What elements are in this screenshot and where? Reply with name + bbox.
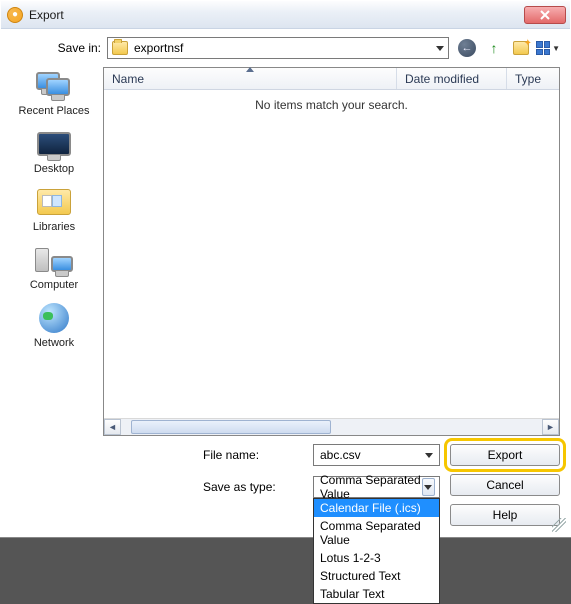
place-computer[interactable]: Computer: [11, 243, 97, 291]
column-name[interactable]: Name: [104, 68, 397, 89]
titlebar: ● Export: [1, 1, 570, 29]
column-name-label: Name: [112, 72, 144, 86]
option-label: Calendar File (.ics): [320, 501, 421, 515]
column-type[interactable]: Type: [507, 68, 559, 89]
place-network[interactable]: Network: [11, 301, 97, 349]
file-list: Name Date modified Type No items match y…: [103, 67, 560, 436]
folder-icon: [112, 41, 128, 55]
app-icon: ●: [7, 7, 23, 23]
filename-value: abc.csv: [320, 448, 361, 462]
chevron-down-icon: ▼: [552, 44, 560, 53]
computer-icon: [35, 248, 73, 272]
resize-grip[interactable]: [552, 518, 566, 532]
chevron-down-icon: [436, 46, 444, 51]
option-label: Tabular Text: [320, 587, 384, 601]
cancel-button-label: Cancel: [486, 478, 523, 492]
column-type-label: Type: [515, 72, 541, 86]
view-menu-button[interactable]: ▼: [536, 37, 560, 59]
place-label: Libraries: [33, 221, 75, 233]
back-icon: ←: [458, 39, 476, 57]
chevron-down-icon: [424, 485, 432, 490]
export-button[interactable]: Export: [450, 444, 560, 466]
horizontal-scrollbar[interactable]: ◄ ►: [104, 418, 559, 435]
new-folder-button[interactable]: ✦: [509, 37, 533, 59]
filename-label: File name:: [203, 444, 303, 462]
back-button[interactable]: ←: [455, 37, 479, 59]
export-dialog: ● Export Save in: exportnsf ← ↑ ✦ ▼: [0, 0, 571, 537]
savetype-value: Comma Separated Value: [320, 473, 422, 501]
scroll-right-button[interactable]: ►: [542, 419, 559, 435]
up-button[interactable]: ↑: [482, 37, 506, 59]
cancel-button[interactable]: Cancel: [450, 474, 560, 496]
savein-row: Save in: exportnsf ← ↑ ✦ ▼: [11, 37, 560, 59]
places-bar: Recent Places Desktop Libraries Computer…: [11, 67, 97, 526]
libraries-icon: [37, 189, 71, 215]
savetype-label: Save as type:: [203, 476, 303, 494]
desktop-icon: [37, 132, 71, 156]
option-structured-text[interactable]: Structured Text: [314, 567, 439, 585]
export-button-label: Export: [488, 448, 523, 462]
content-row: Recent Places Desktop Libraries Computer…: [11, 67, 560, 526]
view-icon: [536, 41, 550, 55]
savein-value: exportnsf: [134, 41, 183, 55]
option-lotus[interactable]: Lotus 1-2-3: [314, 549, 439, 567]
savein-label: Save in:: [41, 41, 101, 55]
scroll-track[interactable]: [121, 419, 542, 435]
help-button[interactable]: Help: [450, 504, 560, 526]
scroll-thumb[interactable]: [131, 420, 331, 434]
savein-combo[interactable]: exportnsf: [107, 37, 449, 59]
place-desktop[interactable]: Desktop: [11, 127, 97, 175]
column-date[interactable]: Date modified: [397, 68, 507, 89]
place-label: Computer: [30, 279, 78, 291]
list-header: Name Date modified Type: [104, 68, 559, 90]
empty-message: No items match your search.: [255, 98, 408, 112]
column-date-label: Date modified: [405, 72, 479, 86]
place-libraries[interactable]: Libraries: [11, 185, 97, 233]
dropdown-button[interactable]: [422, 478, 435, 496]
up-icon: ↑: [491, 40, 498, 56]
help-button-label: Help: [493, 508, 518, 522]
list-body: No items match your search.: [104, 90, 559, 418]
network-icon: [39, 303, 69, 333]
window-title: Export: [29, 8, 521, 22]
savetype-options: Calendar File (.ics) Comma Separated Val…: [313, 498, 440, 604]
option-csv[interactable]: Comma Separated Value: [314, 517, 439, 549]
option-label: Lotus 1-2-3: [320, 551, 381, 565]
chevron-down-icon: [425, 453, 433, 458]
filename-input[interactable]: abc.csv: [313, 444, 440, 466]
nav-toolbar: ← ↑ ✦ ▼: [455, 37, 560, 59]
place-label: Network: [34, 337, 74, 349]
recent-places-icon: [36, 72, 72, 100]
option-tabular-text[interactable]: Tabular Text: [314, 585, 439, 603]
form-area: File name: abc.csv Export Cancel Help Sa…: [103, 436, 560, 526]
place-label: Desktop: [34, 163, 74, 175]
option-label: Comma Separated Value: [320, 519, 421, 547]
option-calendar-file[interactable]: Calendar File (.ics): [314, 499, 439, 517]
sort-asc-icon: [246, 67, 254, 72]
dialog-body: Save in: exportnsf ← ↑ ✦ ▼ Recent Places: [1, 29, 570, 536]
scroll-left-button[interactable]: ◄: [104, 419, 121, 435]
place-label: Recent Places: [19, 105, 90, 117]
close-icon: [540, 10, 550, 20]
close-button[interactable]: [524, 6, 566, 24]
savetype-select[interactable]: Comma Separated Value Calendar File (.ic…: [313, 476, 440, 498]
option-label: Structured Text: [320, 569, 400, 583]
place-recent[interactable]: Recent Places: [11, 69, 97, 117]
new-folder-icon: ✦: [513, 41, 529, 55]
